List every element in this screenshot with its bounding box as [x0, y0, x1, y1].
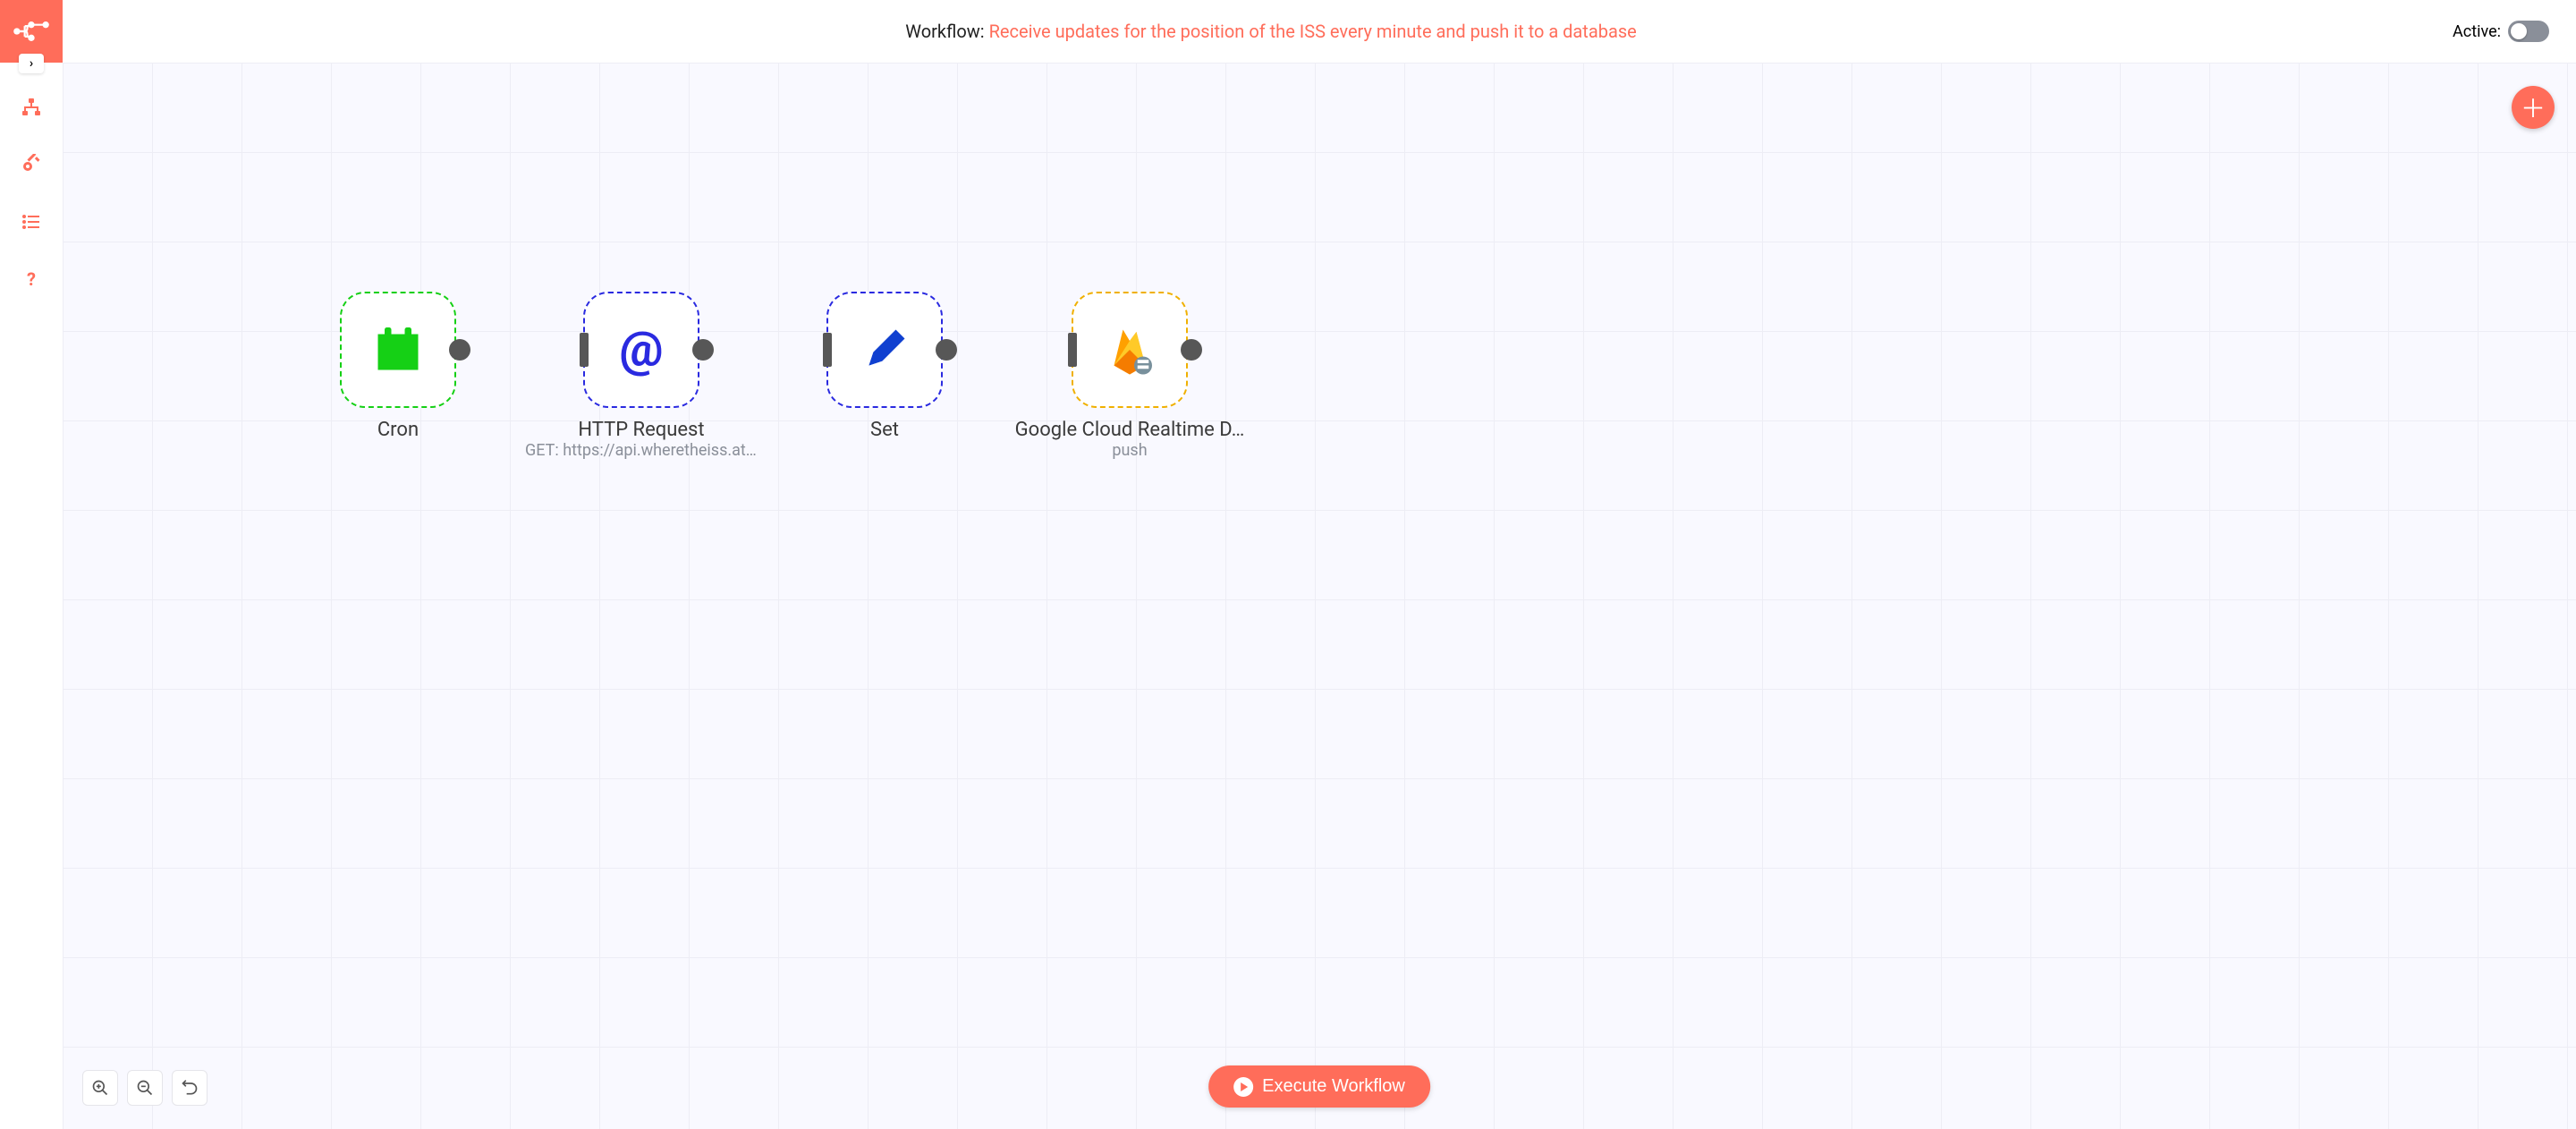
node-box [1072, 292, 1188, 408]
workflow-name[interactable]: Receive updates for the position of the … [989, 21, 1637, 42]
execute-workflow-button[interactable]: Execute Workflow [1208, 1065, 1430, 1108]
plus-icon: ＋ [2521, 89, 2546, 125]
svg-text:@: @ [619, 323, 663, 377]
sidebar-item-workflows[interactable] [0, 81, 63, 134]
output-port[interactable] [449, 339, 470, 361]
zoom-in-icon [91, 1079, 109, 1097]
list-icon [21, 211, 42, 233]
active-toggle[interactable] [2508, 21, 2549, 42]
node-cron[interactable]: Cron [340, 292, 456, 441]
input-port[interactable] [580, 333, 589, 367]
node-label: HTTP Request [525, 419, 758, 441]
play-icon [1233, 1077, 1253, 1097]
nodes-layer: Cron @ HTTP Request GET: https://api.whe… [63, 63, 2576, 1129]
undo-icon [181, 1079, 199, 1097]
reset-zoom-button[interactable] [172, 1070, 208, 1106]
node-set[interactable]: Set [826, 292, 943, 441]
sidebar-item-credentials[interactable] [0, 138, 63, 191]
workflow-title: Workflow: Receive updates for the positi… [89, 21, 2453, 42]
node-subtitle: GET: https://api.wheretheiss.at/… [525, 441, 758, 460]
zoom-out-button[interactable] [127, 1070, 163, 1106]
output-port[interactable] [692, 339, 714, 361]
node-label: Cron [340, 419, 456, 441]
execute-label: Execute Workflow [1262, 1076, 1405, 1097]
output-port[interactable] [936, 339, 957, 361]
node-http-request[interactable]: @ HTTP Request GET: https://api.wherethe… [525, 292, 758, 460]
sidebar-item-executions[interactable] [0, 195, 63, 249]
add-node-button[interactable]: ＋ [2512, 86, 2555, 129]
chevron-right-icon: › [30, 56, 33, 71]
at-icon: @ [614, 323, 668, 377]
app-logo[interactable]: › [0, 0, 63, 63]
input-port[interactable] [1068, 333, 1077, 367]
main: Workflow: Receive updates for the positi… [63, 0, 2576, 1129]
zoom-out-icon [136, 1079, 154, 1097]
node-subtitle: push [1013, 441, 1246, 460]
sidebar-item-help[interactable]: ? [0, 252, 63, 306]
pencil-icon [858, 323, 911, 377]
active-label: Active: [2453, 22, 2501, 41]
sidebar-expand-button[interactable]: › [19, 54, 44, 73]
input-port[interactable] [823, 333, 832, 367]
network-icon [21, 97, 42, 118]
topbar: Workflow: Receive updates for the positi… [63, 0, 2576, 63]
active-toggle-group: Active: [2453, 21, 2549, 42]
node-box [826, 292, 943, 408]
output-port[interactable] [1181, 339, 1202, 361]
key-icon [21, 154, 42, 175]
question-icon: ? [21, 268, 42, 290]
zoom-in-button[interactable] [82, 1070, 118, 1106]
zoom-controls [82, 1070, 208, 1106]
node-label: Google Cloud Realtime D… [1013, 419, 1246, 441]
workflow-canvas[interactable]: ＋ [63, 63, 2576, 1129]
node-box [340, 292, 456, 408]
node-label: Set [826, 419, 943, 441]
node-box: @ [583, 292, 699, 408]
node-google-cloud-realtime-db[interactable]: Google Cloud Realtime D… push [1013, 292, 1246, 460]
toggle-knob [2511, 23, 2527, 39]
svg-text:?: ? [27, 268, 36, 290]
sidebar: › ? [0, 0, 63, 1129]
calendar-icon [371, 323, 425, 377]
firebase-icon [1103, 323, 1157, 377]
workflow-title-prefix: Workflow: [905, 21, 988, 42]
